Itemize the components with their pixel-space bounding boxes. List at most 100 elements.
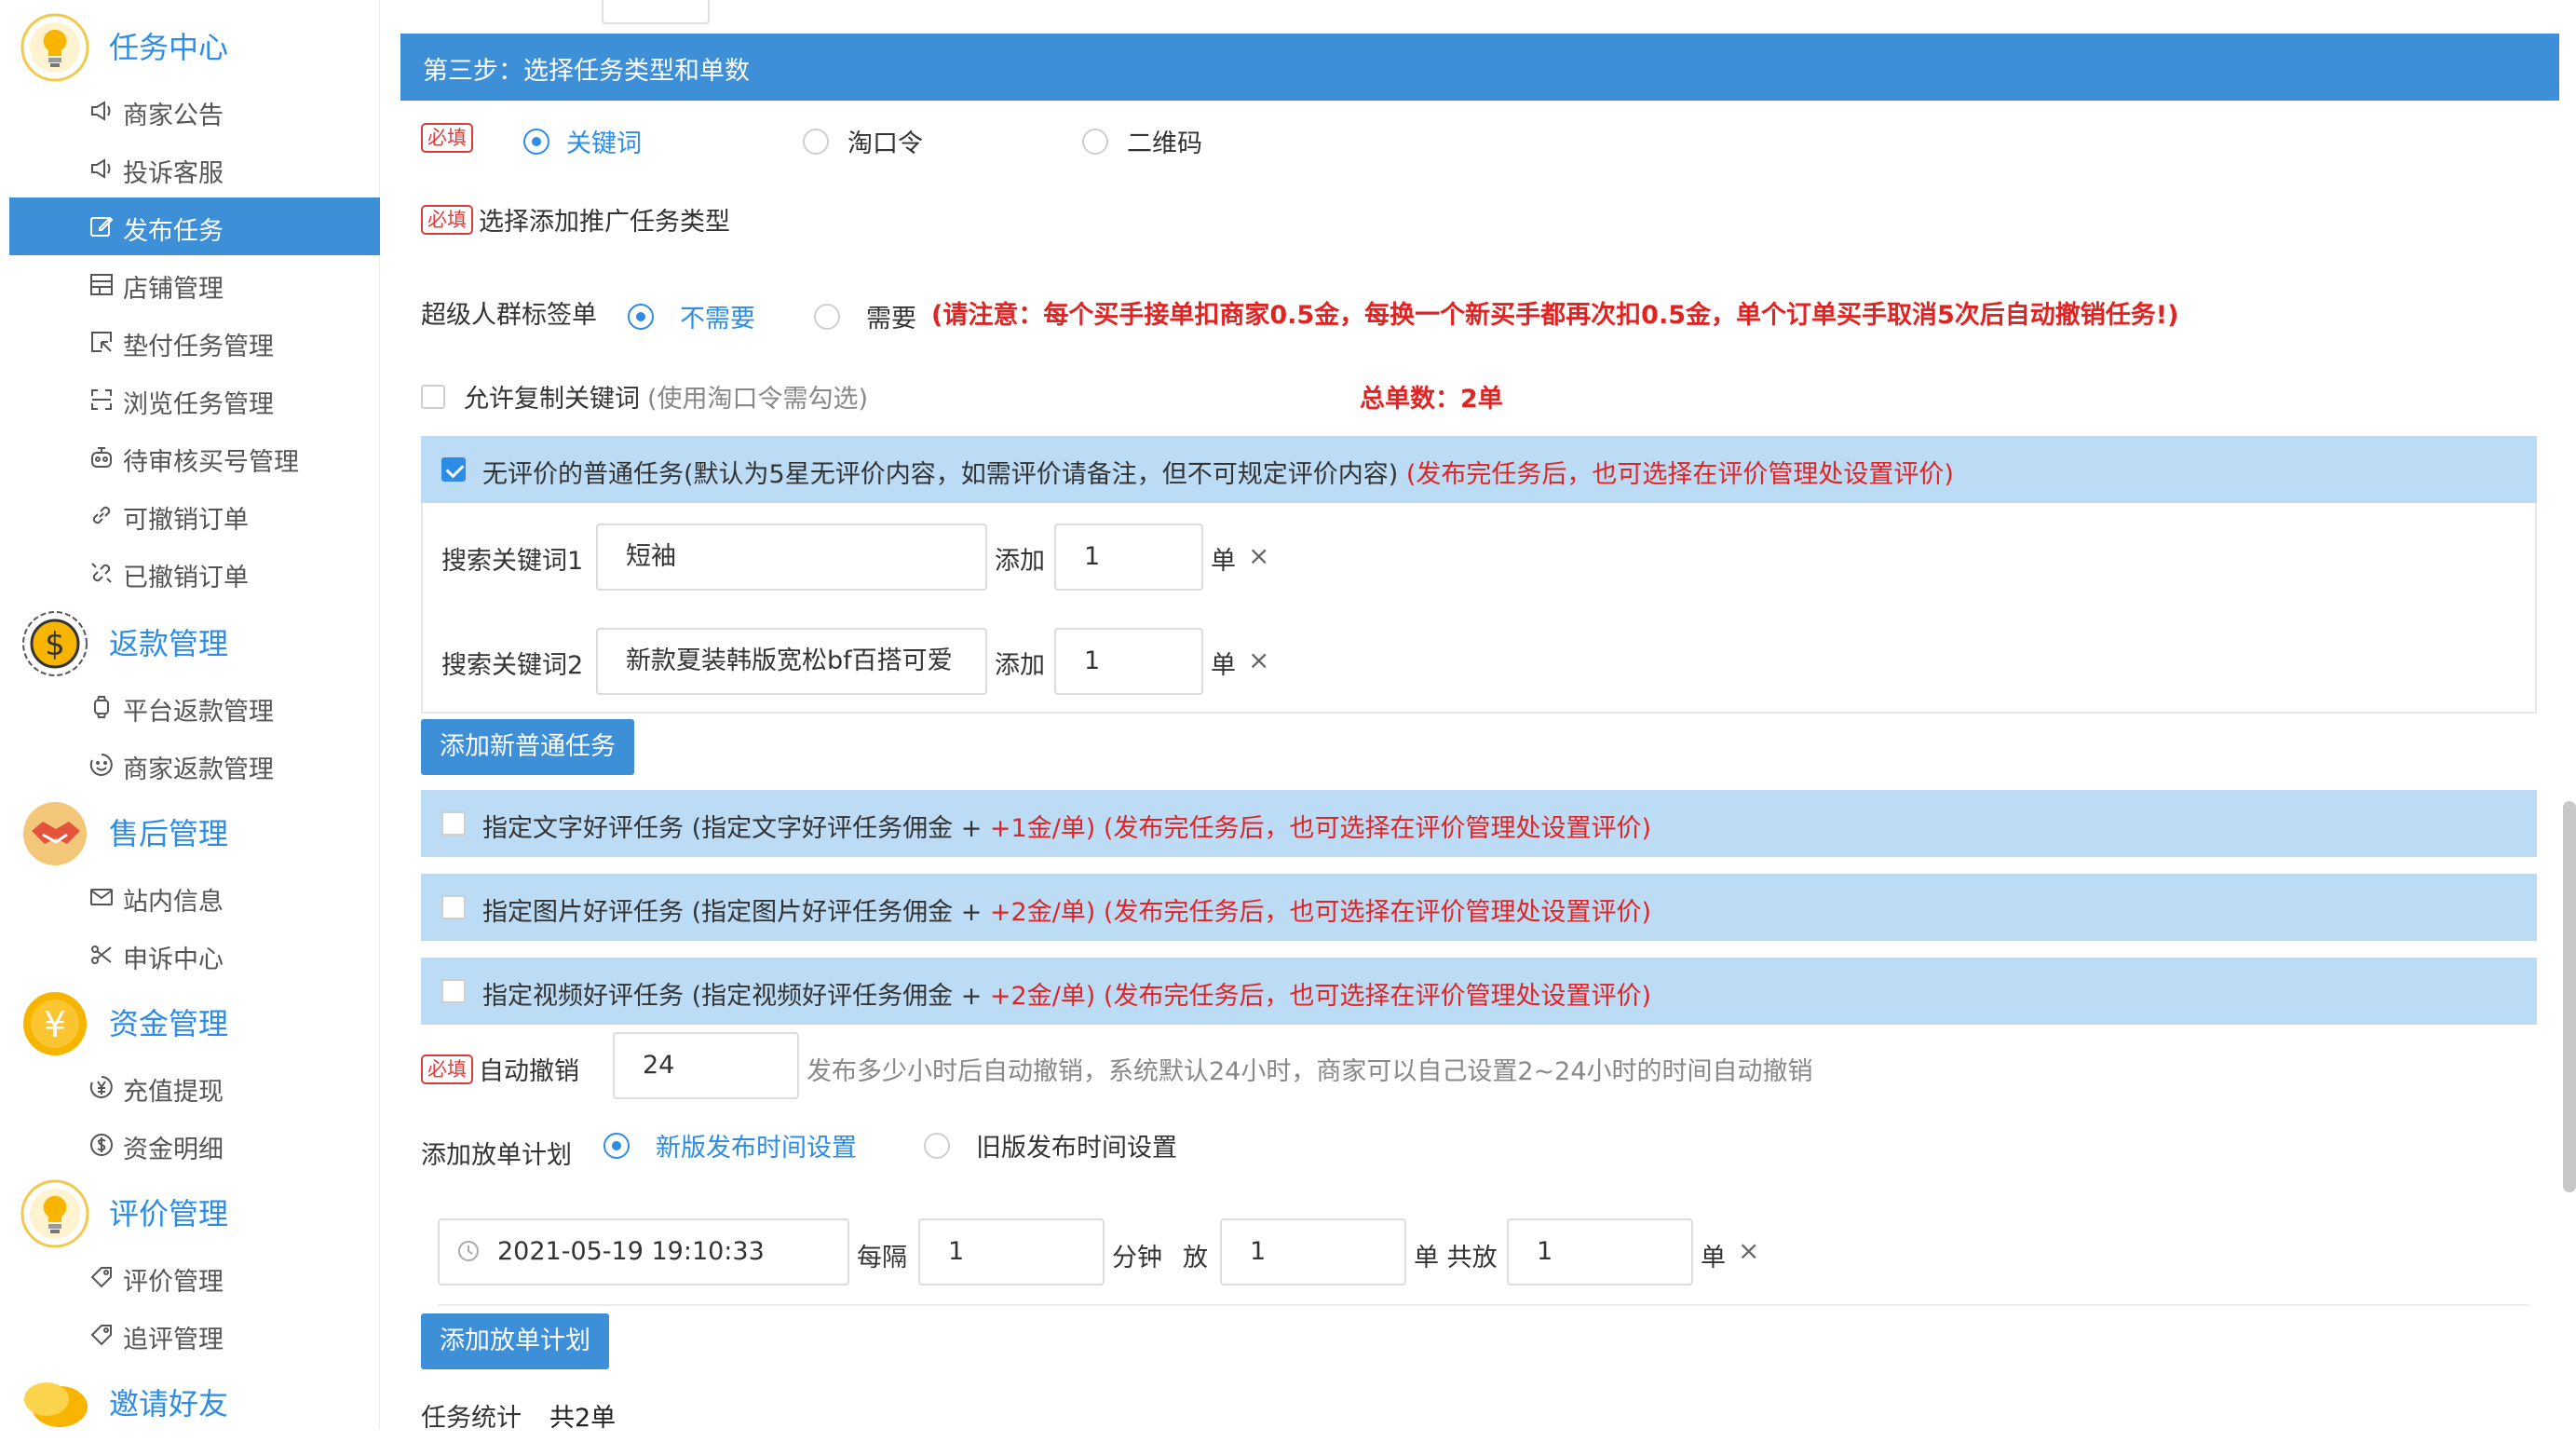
- unlink-icon: [86, 557, 117, 589]
- sidebar-item-site-messages[interactable]: 站内信息: [9, 868, 380, 926]
- sidebar-group-invite-friends[interactable]: 邀请好友: [9, 1360, 380, 1440]
- sidebar-item-publish-task[interactable]: 发布任务: [9, 197, 380, 255]
- remove-plan-row-icon[interactable]: ×: [1738, 1235, 1759, 1266]
- required-badge: 必填: [421, 204, 473, 235]
- top-input-remnant: [602, 0, 710, 24]
- radio-super-tag-yes[interactable]: [814, 303, 840, 330]
- sidebar-item-appeal-center[interactable]: 申诉中心: [9, 926, 380, 984]
- text-review-task-band[interactable]: 指定文字好评任务 (指定文字好评任务佣金 + +1金/单) (发布完任务后，也可…: [421, 790, 2537, 857]
- checkbox-video-review[interactable]: [441, 979, 466, 1003]
- sidebar-item-merchant-refund[interactable]: 商家返款管理: [9, 736, 380, 794]
- keyword-input-1[interactable]: 短袖: [596, 524, 987, 591]
- count-per-interval-input[interactable]: 1: [1220, 1218, 1406, 1286]
- text-review-label-text: 指定文字好评任务 (指定文字好评任务佣金 +: [482, 814, 990, 843]
- sidebar: 任务中心 商家公告 投诉客服 发布任务 店铺管理 垫付任务管理 浏览任务管理 待…: [9, 0, 380, 1429]
- release-datetime-value: 2021-05-19 19:10:33: [497, 1237, 765, 1266]
- keyword-input-2[interactable]: 新款夏装韩版宽松bf百搭可爱: [596, 628, 987, 695]
- sidebar-item-platform-refund[interactable]: 平台返款管理: [9, 678, 380, 736]
- release-plan-old[interactable]: 旧版发布时间设置: [924, 1127, 1177, 1163]
- sidebar-group-fund-management[interactable]: ¥ 资金管理: [9, 980, 380, 1060]
- chat-bubble-icon: [20, 1369, 89, 1438]
- checkbox-normal-task[interactable]: [441, 457, 466, 482]
- release-datetime-input[interactable]: 2021-05-19 19:10:33: [438, 1218, 849, 1286]
- sidebar-item-follow-up-review[interactable]: 追评管理: [9, 1306, 380, 1364]
- vertical-scrollbar[interactable]: [2563, 801, 2576, 1192]
- sidebar-item-label: 浏览任务管理: [123, 390, 274, 419]
- sidebar-item-label: 评价管理: [123, 1268, 224, 1297]
- minute-label: 分钟: [1112, 1244, 1162, 1272]
- radio-qrcode[interactable]: [1082, 128, 1108, 155]
- task-type-qrcode[interactable]: 二维码: [1082, 123, 1202, 159]
- sidebar-group-title: 资金管理: [109, 1006, 229, 1041]
- release-plan-new[interactable]: 新版发布时间设置: [603, 1127, 857, 1163]
- sidebar-item-fund-details[interactable]: 资金明细: [9, 1116, 380, 1174]
- keyword-qty-input-2[interactable]: 1: [1054, 628, 1203, 695]
- every-label: 每隔: [857, 1244, 907, 1272]
- allow-copy-hint: (使用淘口令需勾选): [647, 385, 869, 414]
- super-tag-label-text: 超级人群标签单: [421, 301, 597, 330]
- auto-cancel-row: 必填 自动撤销: [421, 1051, 579, 1087]
- sidebar-item-review-management[interactable]: 评价管理: [9, 1248, 380, 1306]
- dollar-coin-icon: $: [20, 609, 89, 678]
- megaphone-icon: [86, 153, 117, 184]
- radio-taokouling[interactable]: [803, 128, 829, 155]
- task-type-keyword[interactable]: 关键词: [523, 123, 642, 159]
- sidebar-item-complaint-service[interactable]: 投诉客服: [9, 140, 380, 197]
- add-release-plan-button[interactable]: 添加放单计划: [421, 1313, 609, 1369]
- scan-icon: [86, 384, 117, 415]
- normal-task-band[interactable]: 无评价的普通任务(默认为5星无评价内容，如需评价请备注，但不可规定评价内容) (…: [421, 436, 2537, 503]
- radio-super-tag-no[interactable]: [628, 303, 654, 330]
- sidebar-item-browse-task-management[interactable]: 浏览任务管理: [9, 371, 380, 429]
- sidebar-item-label: 已撤销订单: [123, 564, 249, 592]
- sidebar-group-review-management[interactable]: 评价管理: [9, 1170, 380, 1250]
- video-review-label-text: 指定视频好评任务 (指定视频好评任务佣金 +: [482, 982, 990, 1011]
- super-tag-no[interactable]: 不需要: [628, 298, 755, 334]
- sidebar-item-recharge-withdraw[interactable]: 充值提现: [9, 1058, 380, 1116]
- sidebar-item-label: 追评管理: [123, 1326, 224, 1354]
- sidebar-item-label: 站内信息: [123, 888, 224, 917]
- remove-keyword-row-1-icon[interactable]: ×: [1248, 540, 1269, 571]
- tag-icon: [86, 1261, 117, 1293]
- sidebar-group-title: 返款管理: [109, 626, 229, 661]
- sidebar-group-after-sales[interactable]: 售后管理: [9, 790, 380, 870]
- remove-keyword-row-2-icon[interactable]: ×: [1248, 645, 1269, 675]
- auto-cancel-hours-input[interactable]: 24: [613, 1032, 799, 1099]
- sidebar-item-merchant-notice[interactable]: 商家公告: [9, 82, 380, 140]
- sidebar-item-store-management[interactable]: 店铺管理: [9, 255, 380, 313]
- sidebar-item-label: 待审核买号管理: [123, 448, 299, 477]
- required-badge: 必填: [421, 123, 473, 153]
- keyword-row-2-label: 搜索关键词2: [441, 651, 584, 680]
- keyword-qty-input-1[interactable]: 1: [1054, 524, 1203, 591]
- sidebar-item-pending-buyer-accounts[interactable]: 待审核买号管理: [9, 429, 380, 486]
- total-count-input[interactable]: 1: [1507, 1218, 1693, 1286]
- radio-keyword[interactable]: [523, 128, 549, 155]
- sidebar-item-label: 垫付任务管理: [123, 333, 274, 361]
- radio-label: 不需要: [680, 305, 755, 333]
- total-orders-text: 总单数：2单: [1360, 385, 1503, 414]
- task-type-taokouling[interactable]: 淘口令: [803, 123, 923, 159]
- task-type-row: 必填: [421, 119, 473, 156]
- sidebar-item-label: 平台返款管理: [123, 698, 274, 727]
- allow-copy-keyword[interactable]: 允许复制关键词 (使用淘口令需勾选): [421, 378, 868, 415]
- sidebar-item-advance-task-management[interactable]: 垫付任务管理: [9, 313, 380, 371]
- keyword-row-2-unit: 单: [1211, 651, 1236, 680]
- radio-old-time-setting[interactable]: [924, 1132, 950, 1159]
- checkbox-allow-copy[interactable]: [421, 384, 445, 409]
- super-tag-notice: (请注意：每个买手接单扣商家0.5金，每换一个新买手都再次扣0.5金，单个订单买…: [931, 294, 2178, 331]
- add-normal-task-button[interactable]: 添加新普通任务: [421, 719, 634, 775]
- checkbox-text-review[interactable]: [441, 811, 466, 836]
- super-tag-yes[interactable]: 需要: [814, 298, 916, 334]
- sidebar-item-label: 店铺管理: [123, 275, 224, 304]
- mail-icon: [86, 881, 117, 913]
- step-header: 第三步：选择任务类型和单数: [400, 34, 2559, 101]
- image-review-task-band[interactable]: 指定图片好评任务 (指定图片好评任务佣金 + +2金/单) (发布完任务后，也可…: [421, 874, 2537, 941]
- sidebar-item-cancellable-orders[interactable]: 可撤销订单: [9, 486, 380, 544]
- checkbox-image-review[interactable]: [441, 895, 466, 919]
- sidebar-item-label: 商家返款管理: [123, 755, 274, 784]
- sidebar-group-refund-management[interactable]: $ 返款管理: [9, 600, 380, 680]
- video-review-task-band[interactable]: 指定视频好评任务 (指定视频好评任务佣金 + +2金/单) (发布完任务后，也可…: [421, 958, 2537, 1025]
- radio-new-time-setting[interactable]: [603, 1132, 630, 1159]
- sidebar-item-cancelled-orders[interactable]: 已撤销订单: [9, 544, 380, 602]
- interval-input[interactable]: 1: [918, 1218, 1105, 1286]
- sidebar-group-task-center[interactable]: 任务中心: [9, 4, 380, 84]
